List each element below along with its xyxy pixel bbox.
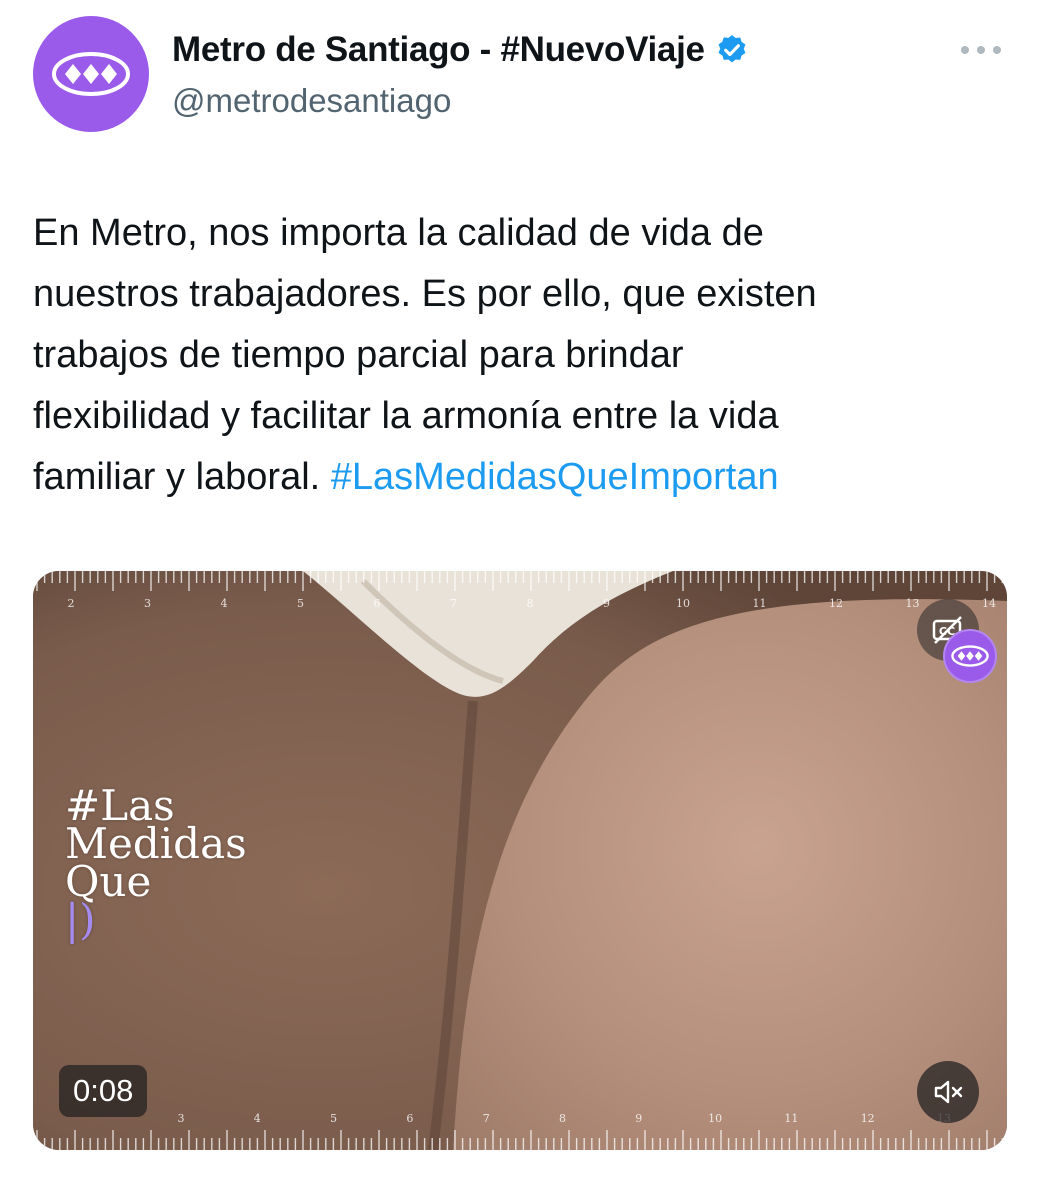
ruler-number: 4 [254,1112,261,1125]
tweet-text-line: nuestros trabajadores. Es por ello, que … [33,273,817,315]
ruler-number: 10 [708,1112,722,1125]
ruler-number: 11 [753,597,767,610]
ruler-number: 7 [483,1112,490,1125]
metro-logo-badge [943,629,997,683]
hashtag-link[interactable]: #LasMedidasQueImportan [331,456,779,498]
ruler-number: 13 [906,597,920,610]
tweet-text-line: trabajos de tiempo parcial para brindar [33,334,684,376]
volume-muted-icon [934,1080,963,1104]
ruler-top: 2 3 4 5 6 7 8 9 10 11 12 13 14 [36,571,1003,610]
author-name[interactable]: Metro de Santiago - #NuevoViaje [172,30,749,70]
metro-logo-icon [52,52,130,96]
author-handle[interactable]: @metrodesantiago [172,82,451,120]
more-dots-icon[interactable] [961,38,1001,62]
ruler-number: 12 [829,597,843,610]
ruler-number: 4 [221,597,228,610]
mute-button[interactable] [917,1061,979,1123]
tweet-header: Metro de Santiago - #NuevoViaje @metrode… [0,0,1039,170]
author-name-text: Metro de Santiago - #NuevoViaje [172,30,705,69]
tweet-text-last-line: familiar y laboral. #LasMedidasQueImport… [33,447,993,508]
ruler-number: 2 [68,597,75,610]
overlay-cursor: |) [65,895,96,944]
avatar[interactable] [33,16,149,132]
ruler-number: 3 [144,597,151,610]
tweet-text-line: familiar y laboral. [33,456,321,498]
ruler-number: 8 [559,1112,566,1125]
ruler-number: 3 [178,1112,185,1125]
ruler-number: 14 [982,597,996,610]
ruler-number: 7 [450,597,457,610]
tweet-text-line: En Metro, nos importa la calidad de vida… [33,212,764,254]
ruler-bottom: 345678910111213 [36,1112,1003,1150]
ruler-number: 6 [374,597,381,610]
video-timestamp: 0:08 [59,1065,148,1117]
video-overlay-text: #Las Medidas Que |) [65,785,247,944]
ruler-number: 9 [635,1112,642,1125]
ruler-number: 9 [603,597,610,610]
ruler-number: 11 [784,1112,798,1125]
ruler-number: 12 [861,1112,875,1125]
ruler-number: 10 [676,597,690,610]
ruler-number: 8 [527,597,534,610]
tweet-text-line: flexibilidad y facilitar la armonía entr… [33,395,779,437]
video-player[interactable]: 2 3 4 5 6 7 8 9 10 11 12 13 14 3 4 5 6 7 8 9 10 11 12 13 #Las … [33,571,1007,1150]
tweet-body: En Metro, nos importa la calidad de vida… [33,203,993,508]
ruler-number: 5 [297,597,304,610]
verified-badge-icon [718,35,746,63]
ruler-number: 6 [406,1112,413,1125]
metro-logo-icon [951,645,989,667]
ruler-number: 5 [330,1112,337,1125]
